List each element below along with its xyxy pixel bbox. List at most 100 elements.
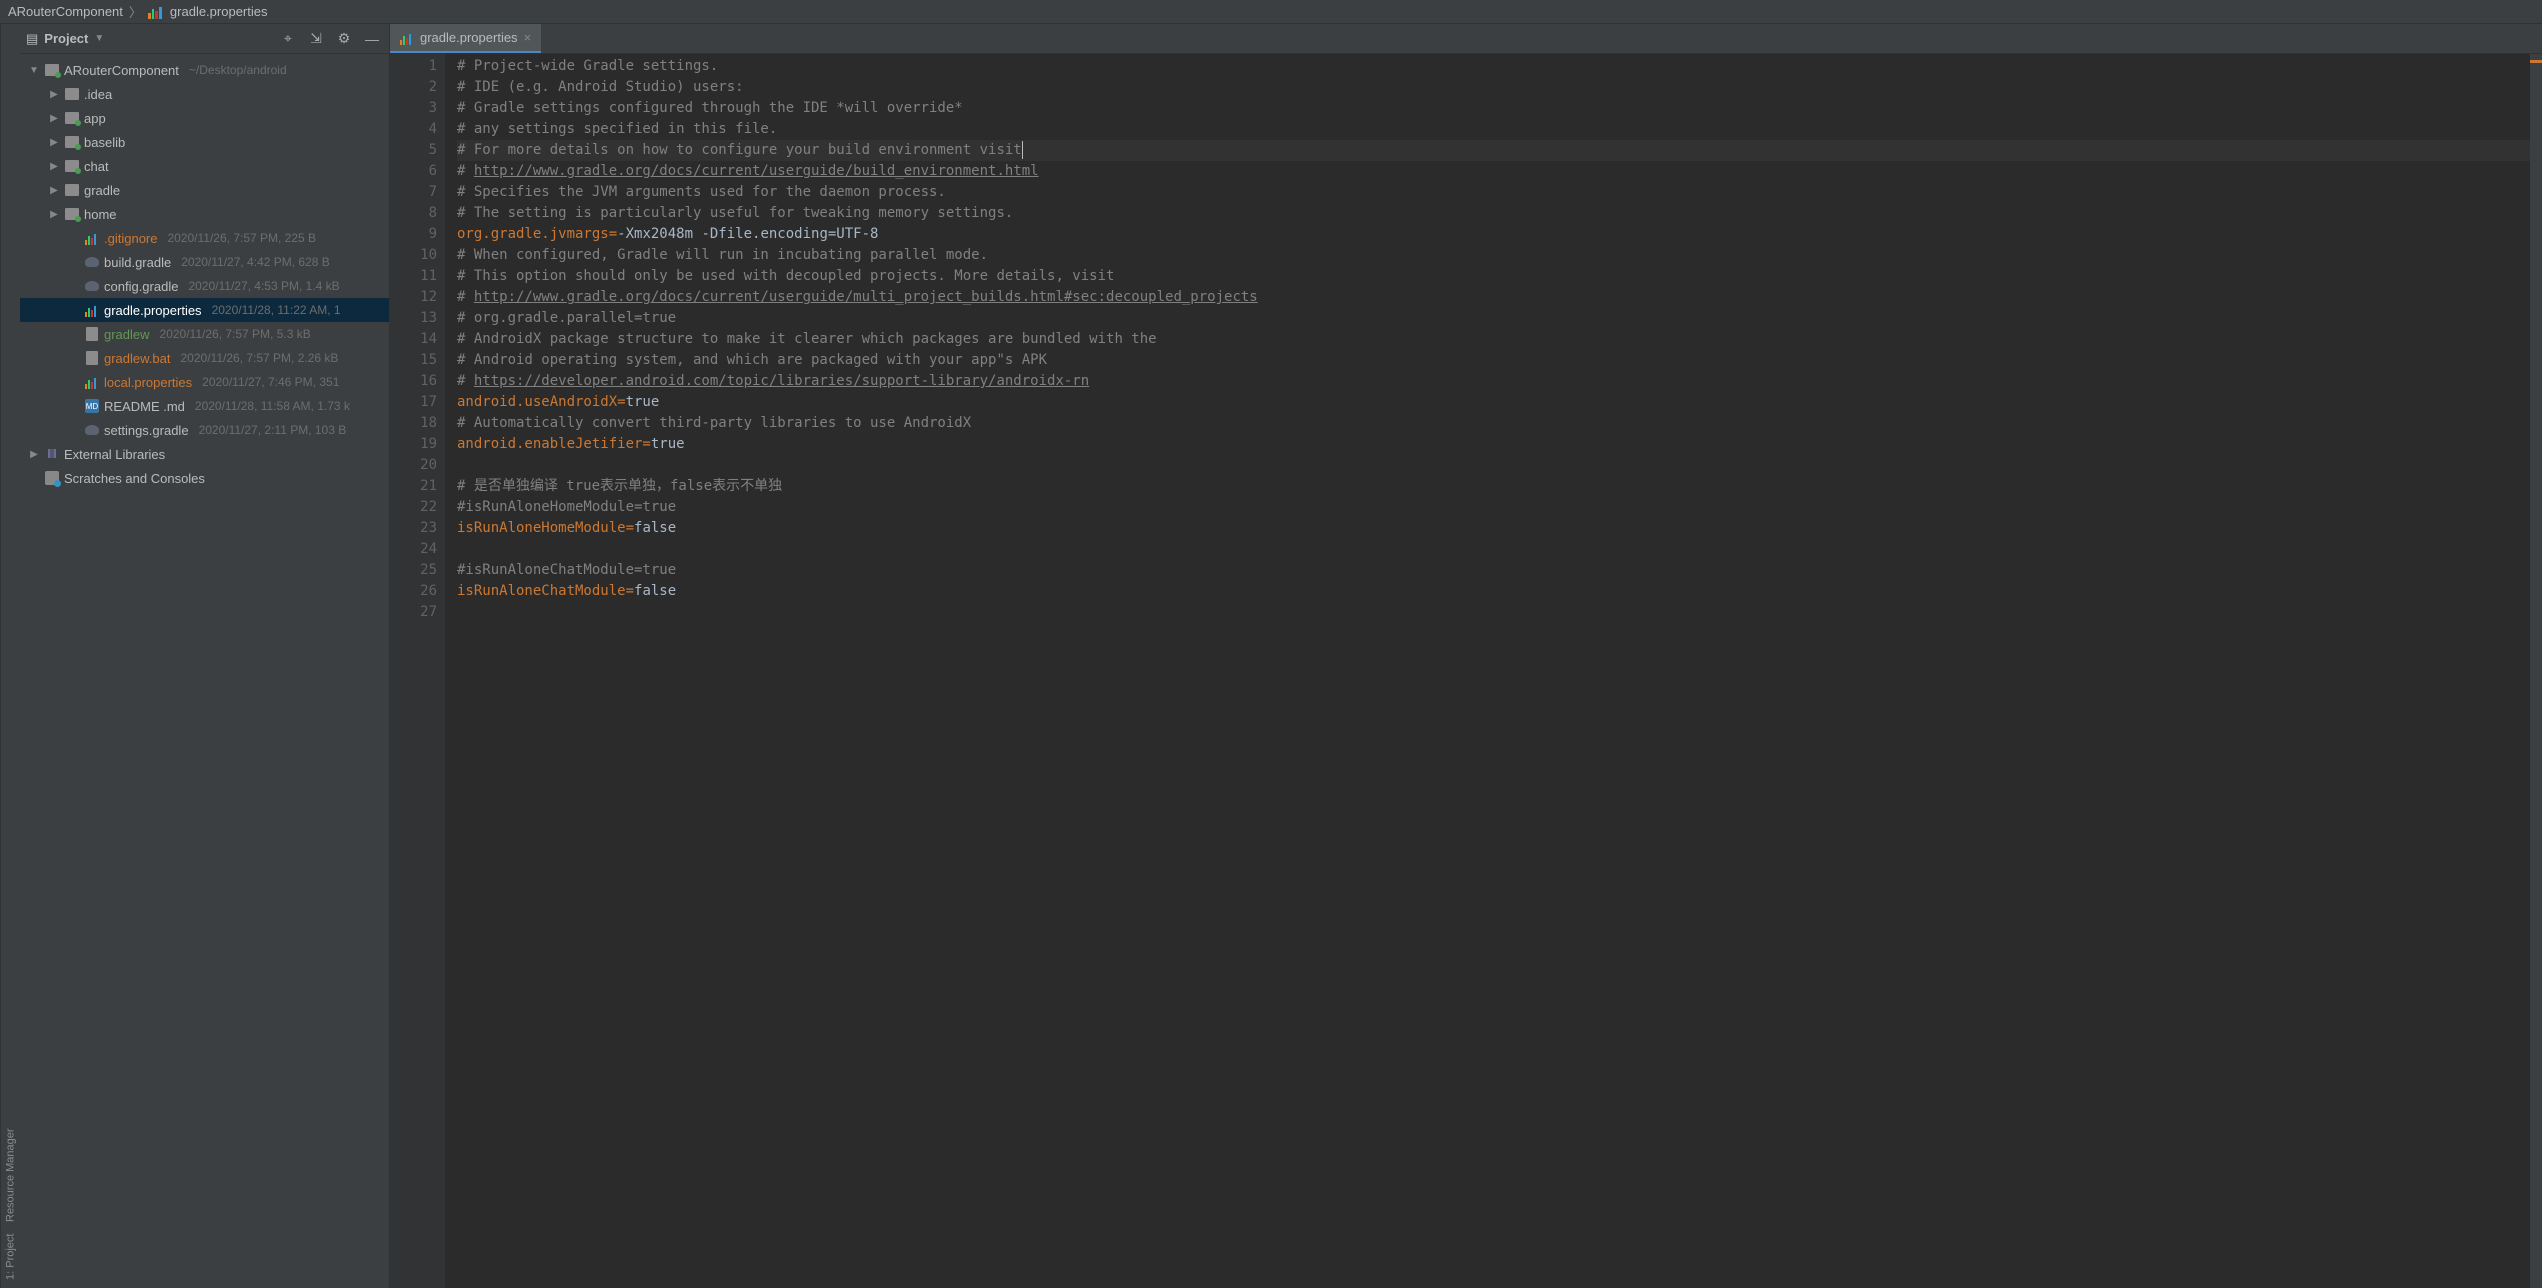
tree-item--idea[interactable]: ▶ .idea <box>20 82 389 106</box>
tree-arrow-icon[interactable]: ▶ <box>48 89 60 100</box>
code-line-25[interactable]: #isRunAloneChatModule=true <box>457 560 2530 581</box>
tree-label: app <box>84 111 106 126</box>
tree-label: baselib <box>84 135 125 150</box>
tree-item-app[interactable]: ▶ app <box>20 106 389 130</box>
tree-meta: ~/Desktop/android <box>189 63 287 77</box>
editor-area: gradle.properties × 12345678910111213141… <box>390 24 2542 1288</box>
tree-label: Scratches and Consoles <box>64 471 205 486</box>
collapse-all-icon[interactable]: ⇲ <box>305 28 327 50</box>
tree-label: .gitignore <box>104 231 157 246</box>
code-line-23[interactable]: isRunAloneHomeModule=false <box>457 518 2530 539</box>
tree-label: gradle.properties <box>104 303 202 318</box>
tree-label: config.gradle <box>104 279 178 294</box>
tree-item-gradle[interactable]: ▶gradle <box>20 178 389 202</box>
code-line-6[interactable]: # http://www.gradle.org/docs/current/use… <box>457 161 2530 182</box>
code-line-9[interactable]: org.gradle.jvmargs=-Xmx2048m -Dfile.enco… <box>457 224 2530 245</box>
tree-item-config-gradle[interactable]: config.gradle 2020/11/27, 4:53 PM, 1.4 kB <box>20 274 389 298</box>
tab-close-icon[interactable]: × <box>524 30 532 45</box>
tree-item--gitignore[interactable]: .gitignore 2020/11/26, 7:57 PM, 225 B <box>20 226 389 250</box>
project-tool-header: ▤ Project ▼ ⌖ ⇲ ⚙ — <box>20 24 389 54</box>
tab-gradle-properties[interactable]: gradle.properties × <box>390 24 541 53</box>
gutter-resource-tab[interactable]: Resource Manager <box>5 1128 17 1222</box>
code-line-5[interactable]: # For more details on how to configure y… <box>457 140 2530 161</box>
tree-arrow-icon[interactable]: ▼ <box>28 65 40 76</box>
tree-item-local-properties[interactable]: local.properties 2020/11/27, 7:46 PM, 351 <box>20 370 389 394</box>
gutter-project-tab[interactable]: 1: Project <box>5 1234 17 1280</box>
warning-marker-icon[interactable] <box>2530 60 2542 63</box>
tree-arrow-icon[interactable]: ▶ <box>48 113 60 124</box>
breadcrumb-file[interactable]: gradle.properties <box>170 4 268 19</box>
project-sidebar: ▤ Project ▼ ⌖ ⇲ ⚙ — ▼ ARouterComponent ~/D… <box>20 24 390 1288</box>
hide-icon[interactable]: — <box>361 28 383 50</box>
tab-label: gradle.properties <box>420 30 518 45</box>
tree-arrow-icon[interactable]: ▶ <box>48 161 60 172</box>
code-line-17[interactable]: android.useAndroidX=true <box>457 392 2530 413</box>
tree-label: ARouterComponent <box>64 63 179 78</box>
tree-item-baselib[interactable]: ▶ baselib <box>20 130 389 154</box>
code-line-3[interactable]: # Gradle settings configured through the… <box>457 98 2530 119</box>
tree-meta: 2020/11/26, 7:57 PM, 225 B <box>167 231 316 245</box>
tree-meta: 2020/11/27, 7:46 PM, 351 <box>202 375 339 389</box>
breadcrumb-root[interactable]: ARouterComponent <box>8 4 123 19</box>
tree-meta: 2020/11/26, 7:57 PM, 2.26 kB <box>181 351 339 365</box>
code-line-26[interactable]: isRunAloneChatModule=false <box>457 581 2530 602</box>
code-line-12[interactable]: # http://www.gradle.org/docs/current/use… <box>457 287 2530 308</box>
tree-item-external-libraries[interactable]: ▶External Libraries <box>20 442 389 466</box>
code-line-13[interactable]: # org.gradle.parallel=true <box>457 308 2530 329</box>
tree-item-gradle-properties[interactable]: gradle.properties2020/11/28, 11:22 AM, 1 <box>20 298 389 322</box>
code-line-22[interactable]: #isRunAloneHomeModule=true <box>457 497 2530 518</box>
tree-item-chat[interactable]: ▶ chat <box>20 154 389 178</box>
tree-label: gradlew <box>104 327 150 342</box>
code-line-8[interactable]: # The setting is particularly useful for… <box>457 203 2530 224</box>
code-content[interactable]: # Project-wide Gradle settings.# IDE (e.… <box>445 54 2530 1288</box>
settings-gear-icon[interactable]: ⚙ <box>333 28 355 50</box>
breadcrumb-separator-icon: 〉 <box>129 2 142 21</box>
line-number-gutter: 1234567891011121314151617181920212223242… <box>390 54 445 1288</box>
code-line-14[interactable]: # AndroidX package structure to make it … <box>457 329 2530 350</box>
tree-arrow-icon[interactable]: ▶ <box>48 185 60 196</box>
tree-item-scratches-and-consoles[interactable]: Scratches and Consoles <box>20 466 389 490</box>
tree-label: .idea <box>84 87 112 102</box>
tree-meta: 2020/11/27, 4:53 PM, 1.4 kB <box>188 279 339 293</box>
code-line-18[interactable]: # Automatically convert third-party libr… <box>457 413 2530 434</box>
tree-label: chat <box>84 159 109 174</box>
tree-arrow-icon[interactable]: ▶ <box>28 449 40 460</box>
code-line-27[interactable] <box>457 602 2530 623</box>
tree-item-gradlew-bat[interactable]: gradlew.bat 2020/11/26, 7:57 PM, 2.26 kB <box>20 346 389 370</box>
tree-meta: 2020/11/28, 11:58 AM, 1.73 k <box>195 399 350 413</box>
tree-item-aroutercomponent[interactable]: ▼ ARouterComponent ~/Desktop/android <box>20 58 389 82</box>
tree-item-gradlew[interactable]: gradlew2020/11/26, 7:57 PM, 5.3 kB <box>20 322 389 346</box>
code-line-15[interactable]: # Android operating system, and which ar… <box>457 350 2530 371</box>
code-editor[interactable]: 1234567891011121314151617181920212223242… <box>390 54 2542 1288</box>
code-line-4[interactable]: # any settings specified in this file. <box>457 119 2530 140</box>
code-line-10[interactable]: # When configured, Gradle will run in in… <box>457 245 2530 266</box>
properties-file-icon <box>148 5 162 19</box>
code-line-19[interactable]: android.enableJetifier=true <box>457 434 2530 455</box>
tree-meta: 2020/11/27, 2:11 PM, 103 B <box>199 423 347 437</box>
dropdown-icon[interactable]: ▼ <box>94 33 104 44</box>
tree-item-readme-md[interactable]: MDREADME .md2020/11/28, 11:58 AM, 1.73 k <box>20 394 389 418</box>
tree-item-home[interactable]: ▶home <box>20 202 389 226</box>
tree-label: settings.gradle <box>104 423 189 438</box>
project-tree[interactable]: ▼ ARouterComponent ~/Desktop/android ▶ .idea… <box>20 54 389 1288</box>
code-line-16[interactable]: # https://developer.android.com/topic/li… <box>457 371 2530 392</box>
code-line-11[interactable]: # This option should only be used with d… <box>457 266 2530 287</box>
tree-item-settings-gradle[interactable]: settings.gradle 2020/11/27, 2:11 PM, 103 … <box>20 418 389 442</box>
code-line-2[interactable]: # IDE (e.g. Android Studio) users: <box>457 77 2530 98</box>
editor-tabs: gradle.properties × <box>390 24 2542 54</box>
left-tool-gutter: 1: Project Resource Manager <box>0 24 20 1288</box>
code-line-7[interactable]: # Specifies the JVM arguments used for t… <box>457 182 2530 203</box>
project-title[interactable]: Project <box>44 31 88 46</box>
tree-arrow-icon[interactable]: ▶ <box>48 137 60 148</box>
tree-label: gradlew.bat <box>104 351 171 366</box>
code-line-1[interactable]: # Project-wide Gradle settings. <box>457 56 2530 77</box>
tree-label: local.properties <box>104 375 192 390</box>
tree-arrow-icon[interactable]: ▶ <box>48 209 60 220</box>
locate-icon[interactable]: ⌖ <box>277 28 299 50</box>
code-line-21[interactable]: # 是否单独编译 true表示单独，false表示不单独 <box>457 476 2530 497</box>
properties-file-icon <box>400 31 414 45</box>
tree-meta: 2020/11/27, 4:42 PM, 628 B <box>181 255 330 269</box>
tree-item-build-gradle[interactable]: build.gradle2020/11/27, 4:42 PM, 628 B <box>20 250 389 274</box>
code-line-20[interactable] <box>457 455 2530 476</box>
code-line-24[interactable] <box>457 539 2530 560</box>
